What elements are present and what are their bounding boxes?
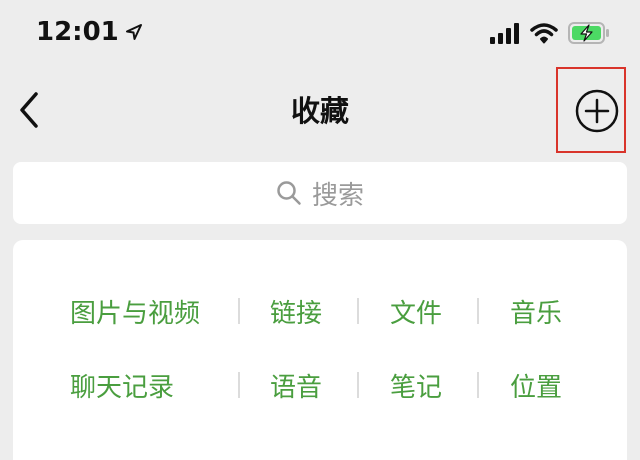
category-notes[interactable]: 笔记 (390, 367, 442, 404)
battery-charging-icon (568, 22, 609, 44)
divider (357, 298, 359, 324)
category-music[interactable]: 音乐 (510, 293, 562, 330)
category-photos-videos[interactable]: 图片与视频 (70, 293, 200, 330)
category-voice[interactable]: 语音 (270, 367, 322, 404)
page-title: 收藏 (290, 94, 349, 128)
divider (357, 372, 359, 398)
category-chat-history[interactable]: 聊天记录 (70, 367, 174, 404)
status-icons (490, 22, 610, 44)
status-bar: 12:01 (0, 0, 640, 70)
search-bar[interactable]: 搜索 (13, 162, 627, 224)
category-location[interactable]: 位置 (510, 367, 562, 404)
divider (238, 298, 240, 324)
location-arrow-icon (125, 24, 142, 40)
divider (477, 372, 479, 398)
plus-circle-icon[interactable] (574, 88, 620, 134)
navigation-bar: 收藏 (0, 70, 640, 150)
search-placeholder: 搜索 (311, 180, 364, 211)
wifi-icon (530, 23, 558, 44)
status-time: 12:01 (36, 17, 143, 47)
time-text: 12:01 (36, 17, 119, 47)
category-files[interactable]: 文件 (390, 293, 442, 330)
divider (238, 372, 240, 398)
search-icon (277, 181, 301, 205)
category-links[interactable]: 链接 (270, 293, 322, 330)
divider (477, 298, 479, 324)
category-card: 图片与视频 链接 文件 音乐 聊天记录 语音 笔记 位置 (13, 240, 627, 460)
cellular-signal-icon (490, 23, 519, 44)
